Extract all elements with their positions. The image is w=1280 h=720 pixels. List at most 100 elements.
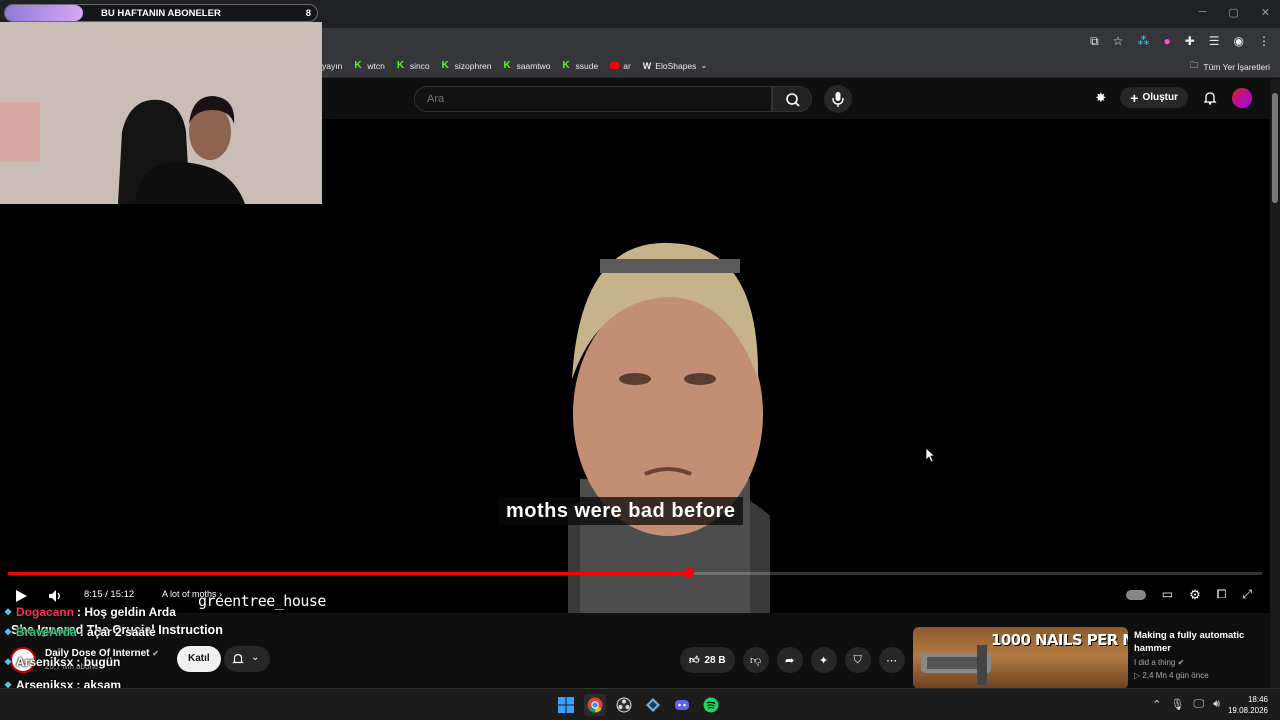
close-icon[interactable]: ✕ xyxy=(1261,6,1270,19)
maximize-icon[interactable]: ▢ xyxy=(1228,6,1238,19)
eloshapes-icon: W xyxy=(642,60,652,71)
extension-icon[interactable]: ⁂ xyxy=(1137,34,1149,49)
player-controls-right: ▭ ⚙ ⧠ ⤢ xyxy=(1125,587,1252,603)
windows-taskbar: ⌃ 🎙︎ 🖵︎ 🔊︎ 18:46 19.08.2026 xyxy=(0,688,1280,720)
bookmark-item[interactable]: Ksizophren xyxy=(442,60,492,71)
puzzle-icon[interactable]: ✚ xyxy=(1185,34,1195,49)
subscription-bell-button[interactable]: ⌄ xyxy=(224,646,270,672)
chat-text: : bugün xyxy=(76,655,121,669)
save-button[interactable]: ⛉ xyxy=(844,647,871,673)
hammer-illustration xyxy=(921,645,991,685)
profile-icon[interactable]: ◉ xyxy=(1234,34,1244,49)
bookmark-item[interactable]: Ksaamtwo xyxy=(504,60,551,71)
bookmark-label: yayın xyxy=(322,60,343,71)
miniplayer-icon[interactable]: ⧠ xyxy=(1217,587,1227,603)
bookmark-item[interactable]: Ksinco xyxy=(397,60,430,71)
folder-icon: 🗀 xyxy=(1189,60,1199,70)
progress-scrubber[interactable] xyxy=(683,568,694,578)
ask-ai-button[interactable]: ✦ xyxy=(810,647,837,673)
bookmark-item[interactable]: Kwtcn xyxy=(354,60,384,71)
thumbs-up-icon: 👍︎ xyxy=(689,655,700,666)
subtitles-icon[interactable]: ▭ xyxy=(1162,587,1173,603)
microphone-icon[interactable]: 🎙︎ xyxy=(1170,698,1184,711)
volume-icon[interactable] xyxy=(47,588,63,604)
bookmark-item[interactable]: Kssude xyxy=(563,60,599,71)
spotify-icon[interactable] xyxy=(700,694,722,716)
video-progress-bar[interactable] xyxy=(8,568,1262,578)
notifications-bell-icon[interactable] xyxy=(1202,90,1218,106)
play-icon[interactable] xyxy=(14,589,28,603)
chat-message: ❖ BraveArda: açar 2 saate xyxy=(4,625,156,639)
voice-search-button[interactable] xyxy=(824,85,852,113)
chat-text: : Hoş geldin Arda xyxy=(77,605,176,619)
dislike-button[interactable]: 👎︎ xyxy=(742,647,769,673)
streamer-name: greentree_house xyxy=(198,592,326,610)
search-button[interactable] xyxy=(772,86,812,112)
subscriber-goal-count: 8 xyxy=(305,8,311,19)
recommended-thumbnail[interactable]: 1000 NAILS PER MINUTE xyxy=(913,627,1128,689)
more-actions-button[interactable]: ⋯ xyxy=(878,647,905,673)
webcam-streamer xyxy=(0,22,322,204)
share-button[interactable]: ➦ xyxy=(776,647,803,673)
chat-message: ❖ Dogacann: Hoş geldin Arda xyxy=(4,605,176,619)
bookmark-item[interactable]: ar xyxy=(610,60,631,71)
search-box[interactable] xyxy=(414,86,772,112)
bookmark-label: wtcn xyxy=(367,60,385,71)
settings-gear-icon[interactable]: ⚙ xyxy=(1189,587,1201,603)
all-bookmarks[interactable]: 🗀 Tüm Yer İşaretleri xyxy=(1190,60,1270,74)
recommended-title: Making a fully automatic hammer xyxy=(1134,630,1245,654)
menu-icon[interactable]: ⋮ xyxy=(1258,34,1270,49)
kick-icon: K xyxy=(354,60,362,71)
discord-icon[interactable] xyxy=(671,694,693,716)
scrollbar-thumb[interactable] xyxy=(1272,93,1278,203)
more-horizontal-icon: ⋯ xyxy=(886,654,898,667)
start-windows-icon[interactable] xyxy=(555,694,577,716)
chevron-down-icon: ⌄ xyxy=(700,60,708,70)
webcam-overlay xyxy=(0,22,322,204)
recommended-channel: I did a thing ✔ xyxy=(1134,658,1184,667)
reading-list-icon[interactable]: ☰ xyxy=(1209,34,1220,49)
subscriber-goal-fill xyxy=(5,5,83,21)
bookmark-item[interactable]: yayın xyxy=(322,60,342,71)
kick-icon: K xyxy=(441,60,449,71)
bookmark-list: yayın Kwtcn Ksinco Ksizophren Ksaamtwo Kssude… xyxy=(322,60,708,71)
kick-icon: K xyxy=(562,60,570,71)
chevron-up-icon[interactable]: ⌃ xyxy=(1152,698,1161,711)
autoplay-toggle-icon[interactable] xyxy=(1125,590,1146,600)
create-label: Oluştur xyxy=(1142,92,1178,103)
kick-icon: K xyxy=(503,60,511,71)
speaker-icon[interactable]: 🔊︎ xyxy=(1213,698,1220,711)
extension-icon[interactable]: ● xyxy=(1163,34,1170,49)
install-app-icon[interactable]: ⧉ xyxy=(1090,34,1099,49)
recommended-channel-text: I did a thing xyxy=(1134,658,1176,667)
page-scrollbar[interactable] xyxy=(1270,79,1280,688)
bookmark-star-icon[interactable]: ☆ xyxy=(1113,34,1124,49)
search-icon xyxy=(786,93,800,107)
player-controls: 8:15 / 15:12 A lot of moths › ▭ ⚙ ⧠ ⤢ xyxy=(0,581,1270,611)
obs-icon[interactable] xyxy=(613,694,635,716)
like-button[interactable]: 👍︎ 28 B xyxy=(680,647,735,673)
recommended-video[interactable]: 1000 NAILS PER MINUTE Making a fully aut… xyxy=(913,627,1263,689)
microphone-icon xyxy=(832,92,844,107)
app-icon[interactable] xyxy=(642,694,664,716)
minimize-icon[interactable]: ─ xyxy=(1199,6,1207,19)
recommended-meta-text: 2,4 Mn 4 gün önce xyxy=(1142,671,1209,680)
search-input[interactable] xyxy=(427,93,747,105)
sparkle-icon[interactable]: ✸ xyxy=(1095,90,1106,106)
duration: 15:12 xyxy=(110,589,135,600)
network-icon[interactable]: 🖵︎ xyxy=(1193,698,1204,711)
create-button[interactable]: + Oluştur xyxy=(1120,87,1188,108)
bell-icon xyxy=(232,654,244,664)
join-button[interactable]: Katıl xyxy=(177,646,221,672)
window-controls: ─ ▢ ✕ xyxy=(1199,6,1270,19)
chrome-icon[interactable] xyxy=(584,694,606,716)
account-avatar[interactable] xyxy=(1232,87,1252,108)
fullscreen-icon[interactable]: ⤢ xyxy=(1242,587,1252,603)
chat-badge-icon: ❖ xyxy=(4,626,13,637)
verified-icon: ✔ xyxy=(152,649,159,658)
watch-metadata: She Ignored The Crucial Instruction Dail… xyxy=(0,613,1270,689)
current-time: 8:15 xyxy=(84,589,103,600)
bookmark-item[interactable]: W EloShapes ⌄ xyxy=(643,60,708,71)
taskbar-clock[interactable]: 18:46 19.08.2026 xyxy=(1228,694,1268,716)
chat-username: BraveArda xyxy=(16,625,77,639)
